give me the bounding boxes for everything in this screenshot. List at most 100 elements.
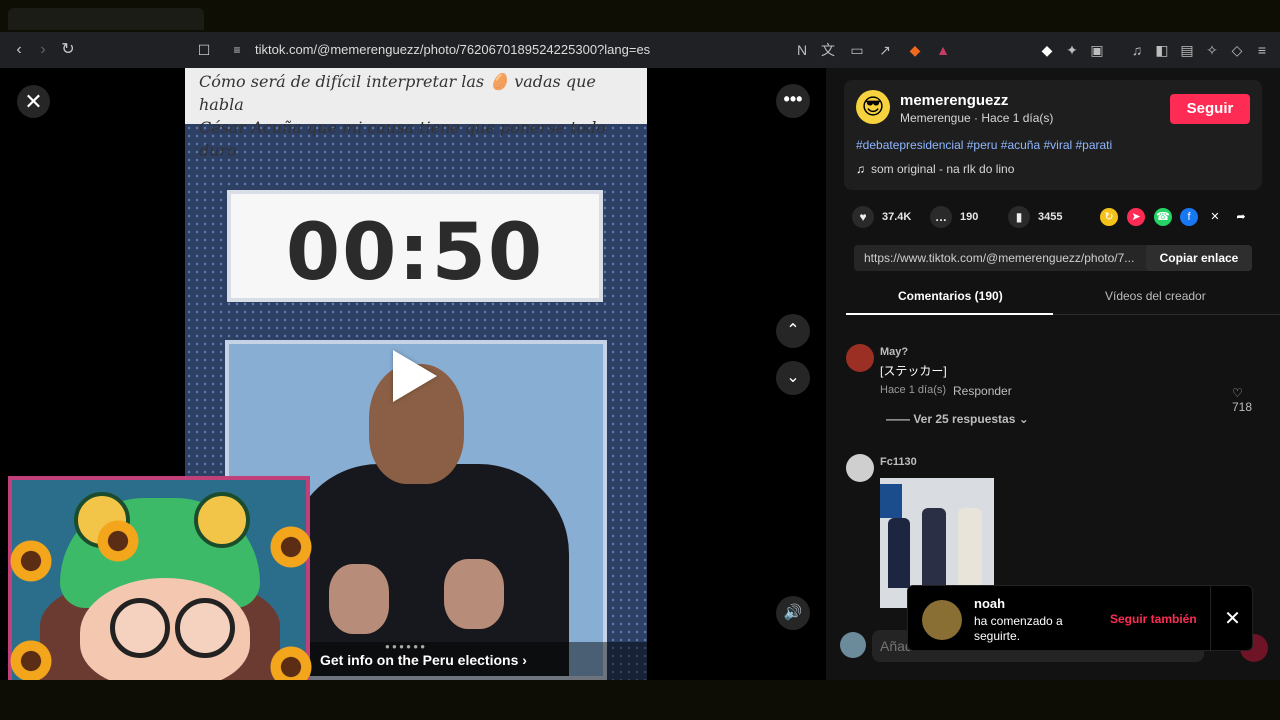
- comment-item: May? [ステッカー] Hace 1 día(s) Responder ♡ 7…: [846, 344, 1266, 434]
- more-options-icon[interactable]: •••: [776, 84, 810, 118]
- carousel-dots: ● ● ● ● ● ●: [385, 642, 426, 651]
- comment-text: [ステッカー]: [880, 364, 947, 378]
- elections-link[interactable]: Get info on the Peru elections ›: [320, 652, 527, 668]
- frog-eye: [194, 492, 250, 548]
- tab-creator-videos[interactable]: Vídeos del creador: [1105, 289, 1206, 303]
- music-note-icon: ♫: [856, 162, 865, 176]
- sidebar-icon[interactable]: ◧: [1153, 41, 1171, 59]
- photo-caption: Cómo será de difícil interpretar las 🥚 v…: [199, 70, 639, 162]
- ai-sparkle-icon[interactable]: ✧: [1203, 41, 1221, 59]
- share-page-icon[interactable]: ↗: [876, 41, 894, 59]
- avatar-face: [80, 578, 250, 688]
- glasses-icon: [110, 598, 170, 658]
- tab-comments[interactable]: Comentarios (190): [898, 289, 1003, 303]
- view-replies-button[interactable]: —— Ver 25 respuestas ⌄: [886, 412, 1029, 426]
- elections-link-label: Get info on the Peru elections: [320, 652, 519, 668]
- address-url[interactable]: tiktok.com/@memerenguezz/photo/762067018…: [255, 42, 650, 57]
- menu-icon[interactable]: ≡: [1253, 41, 1271, 59]
- music-icon[interactable]: ♫: [1128, 41, 1146, 59]
- comment-time: Hace 1 día(s): [880, 384, 947, 396]
- comment-tabs: Comentarios (190) Vídeos del creador: [846, 283, 1280, 315]
- forward-icon[interactable]: ›: [34, 41, 52, 59]
- sunflower-icon: [95, 518, 141, 564]
- reply-button[interactable]: Responder: [953, 384, 1012, 398]
- sound-label: som original - na rlk do lino: [871, 162, 1015, 176]
- my-avatar: [840, 632, 866, 658]
- close-icon[interactable]: ✕: [17, 85, 50, 118]
- notifier-name[interactable]: noah: [974, 596, 1005, 611]
- brave-shield-icon[interactable]: ◆: [906, 41, 924, 59]
- sunflower-icon: [268, 524, 314, 570]
- comment-image-banner: [880, 484, 902, 518]
- like-count: 37.4K: [882, 211, 912, 223]
- volume-icon[interactable]: 🔊: [776, 596, 810, 630]
- repost-icon[interactable]: ↻: [1100, 208, 1118, 226]
- comment-button[interactable]: … 190: [930, 206, 978, 228]
- commenter-avatar[interactable]: [846, 454, 874, 482]
- share-icon[interactable]: ➦: [1232, 208, 1250, 226]
- bottom-bar: [0, 680, 1280, 720]
- share-link-url[interactable]: https://www.tiktok.com/@memerenguezz/pho…: [864, 251, 1144, 265]
- play-icon[interactable]: [393, 350, 437, 402]
- no-tracking-icon[interactable]: N: [793, 41, 811, 59]
- photo-caption-strip: Cómo será de difícil interpretar las 🥚 v…: [185, 68, 647, 160]
- comment-like-button[interactable]: ♡ 718: [1232, 386, 1266, 414]
- translate-icon[interactable]: 文: [819, 41, 837, 59]
- commenter-name[interactable]: May?: [880, 346, 908, 358]
- back-icon[interactable]: ‹: [10, 41, 28, 59]
- comment-image-person: [958, 508, 982, 588]
- timer-panel: 00:50: [227, 190, 603, 302]
- bookmark-icon: ▮: [1008, 206, 1030, 228]
- sunflower-icon: [8, 538, 54, 584]
- timer-value: 00:50: [285, 208, 545, 298]
- extensions-icon[interactable]: ✦: [1063, 41, 1081, 59]
- follow-back-button[interactable]: Seguir también: [1110, 612, 1197, 626]
- sunflower-icon: [8, 638, 54, 684]
- wallet-icon[interactable]: ▤: [1178, 41, 1196, 59]
- author-avatar[interactable]: 😎: [856, 90, 890, 124]
- reload-icon[interactable]: ↻: [59, 41, 77, 59]
- caption-line: César Acuña que mi causa tiene que poner…: [199, 118, 607, 160]
- author-username[interactable]: memerenguezz: [900, 92, 1008, 109]
- interpreter-hand: [444, 559, 504, 629]
- copy-link-button[interactable]: Copiar enlace: [1146, 245, 1252, 271]
- notifier-avatar[interactable]: [922, 600, 962, 640]
- browser-tab-strip: [0, 0, 1280, 32]
- notification-message: ha comenzado a seguirte.: [974, 614, 1063, 643]
- whatsapp-icon[interactable]: ☎: [1154, 208, 1172, 226]
- author-subtitle: Memerengue · Hace 1 día(s): [900, 111, 1054, 125]
- follow-notification: noah ha comenzado a seguirte. Seguir tam…: [907, 585, 1254, 652]
- browser-toolbar: ‹ › ↻ ☐ ≡ tiktok.com/@memerenguezz/photo…: [0, 32, 1280, 68]
- follow-button[interactable]: Seguir: [1170, 94, 1250, 124]
- photo-viewer: ✕ Cómo será de difícil interpretar las 🥚…: [0, 68, 826, 698]
- commenter-name[interactable]: Fc1130: [880, 456, 917, 468]
- browser-tab[interactable]: [210, 8, 430, 30]
- comment-image-person: [888, 518, 910, 588]
- next-post-icon[interactable]: ⌄: [776, 361, 810, 395]
- comment-image-person: [922, 508, 946, 588]
- x-icon[interactable]: ✕: [1206, 208, 1224, 226]
- close-icon[interactable]: ✕: [1210, 586, 1254, 652]
- vpn-shield-icon[interactable]: ◇: [1228, 41, 1246, 59]
- streamer-avatar-overlay: [0, 468, 322, 700]
- caption-line: Cómo será de difícil interpretar las 🥚 v…: [199, 72, 596, 114]
- facebook-icon[interactable]: f: [1180, 208, 1198, 226]
- heart-icon: ♥: [852, 206, 874, 228]
- screenshot-icon[interactable]: ▣: [1088, 41, 1106, 59]
- hashtags[interactable]: #debatepresidencial #peru #acuña #viral …: [856, 138, 1112, 152]
- brave-rewards-icon[interactable]: ▲: [934, 41, 952, 59]
- save-button[interactable]: ▮ 3455: [1008, 206, 1062, 228]
- cast-icon[interactable]: ▭: [848, 41, 866, 59]
- browser-tab[interactable]: [8, 8, 204, 30]
- extension-diamond-icon[interactable]: ◆: [1038, 41, 1056, 59]
- interpreter-hand: [329, 564, 389, 634]
- sound-link[interactable]: ♫ som original - na rlk do lino: [856, 162, 1014, 176]
- like-button[interactable]: ♥ 37.4K: [852, 206, 911, 228]
- site-settings-icon[interactable]: ≡: [228, 41, 246, 59]
- commenter-avatar[interactable]: [846, 344, 874, 372]
- bookmark-icon[interactable]: ☐: [195, 41, 213, 59]
- previous-post-icon[interactable]: ⌃: [776, 314, 810, 348]
- send-icon[interactable]: ➤: [1127, 208, 1145, 226]
- share-link-box: https://www.tiktok.com/@memerenguezz/pho…: [854, 245, 1252, 271]
- active-tab-underline: [846, 313, 1053, 315]
